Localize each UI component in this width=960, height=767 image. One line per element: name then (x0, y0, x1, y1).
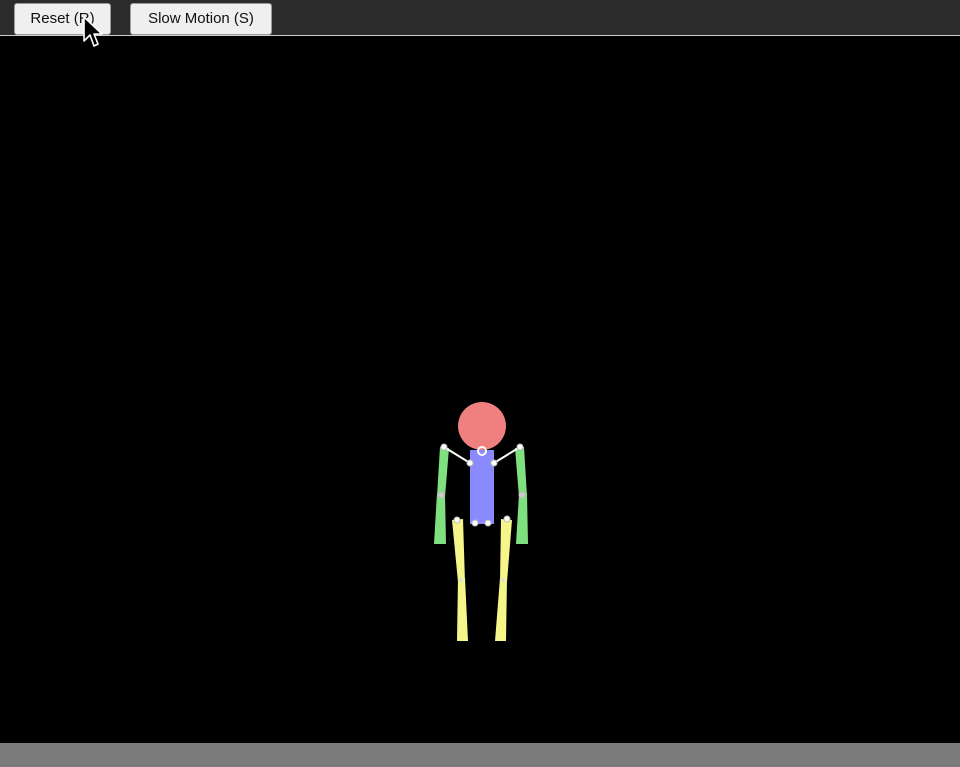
left-knee-joint (459, 578, 463, 582)
toolbar: Reset (R) Slow Motion (S) (0, 0, 960, 36)
right-forearm (516, 493, 528, 544)
right-shoulder-joint (516, 443, 524, 451)
torso (470, 450, 494, 524)
right-upper-arm (515, 447, 527, 497)
right-elbow-joint (518, 491, 526, 499)
left-shin (457, 578, 468, 641)
left-chest-joint (466, 459, 474, 467)
ragdoll-figure (434, 402, 528, 641)
right-hip-joint (503, 515, 511, 523)
left-hip-joint (453, 516, 461, 524)
slow-motion-button[interactable]: Slow Motion (S) (130, 3, 272, 35)
right-chest-joint (490, 459, 498, 467)
reset-button[interactable]: Reset (R) (14, 3, 111, 35)
left-thigh (452, 519, 465, 582)
left-forearm (434, 493, 446, 544)
center-hip-joint-right (484, 519, 492, 527)
head (458, 402, 506, 450)
simulation-canvas[interactable] (0, 37, 960, 743)
ground (0, 743, 960, 767)
left-upper-arm (437, 447, 449, 497)
right-shin (495, 578, 507, 641)
left-shoulder-joint (440, 443, 448, 451)
left-elbow-joint (437, 491, 445, 499)
right-thigh (500, 519, 512, 582)
right-knee-joint (501, 578, 505, 582)
center-hip-joint-left (471, 519, 479, 527)
